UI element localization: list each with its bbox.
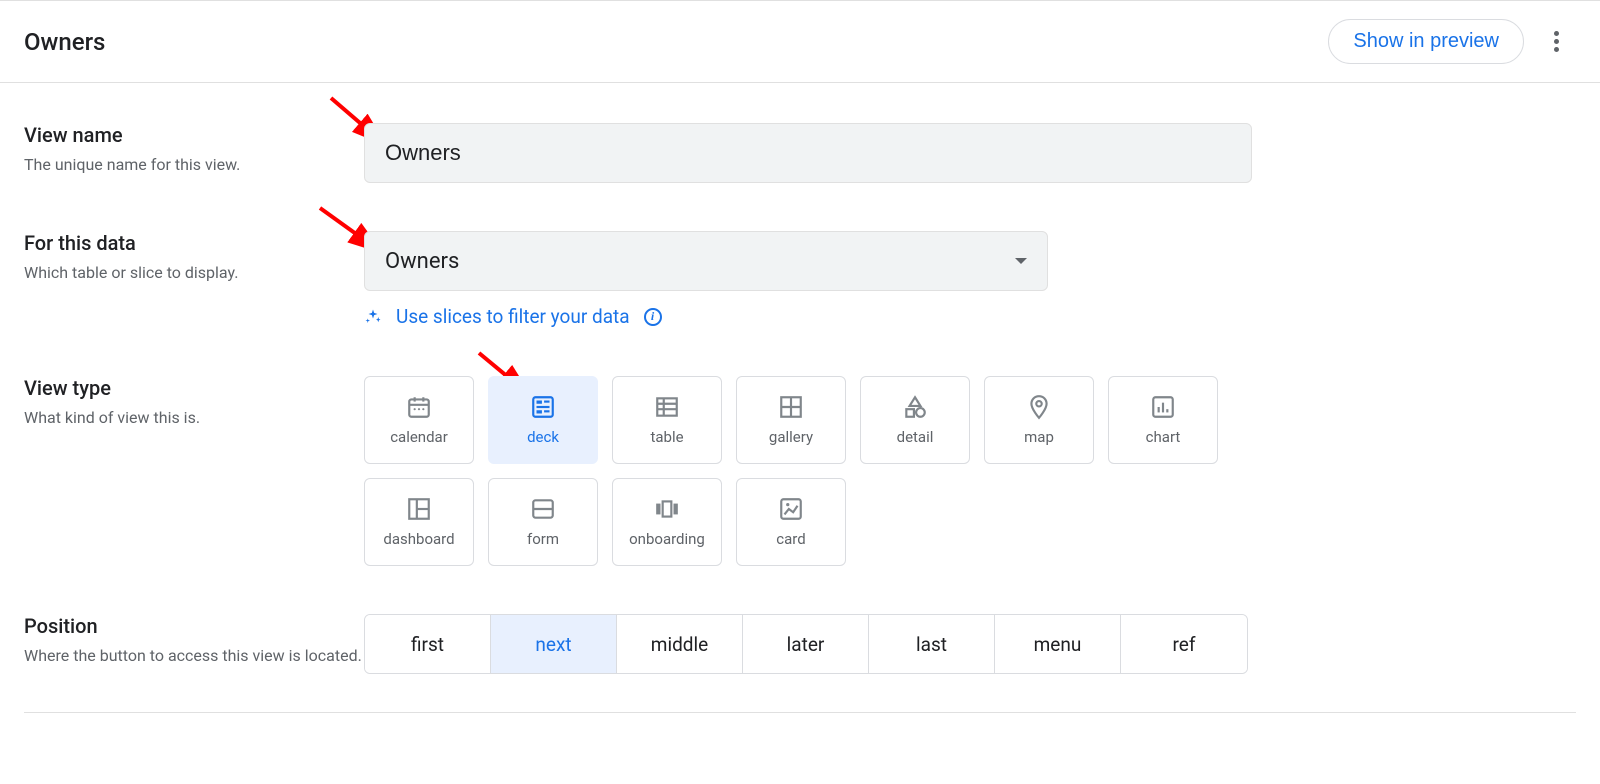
page-header: Owners Show in preview (0, 0, 1600, 83)
content-area: View name The unique name for this view.… (0, 83, 1600, 674)
for-data-select[interactable]: Owners (364, 231, 1048, 291)
detail-icon (902, 394, 928, 420)
view-type-option-label: table (650, 428, 683, 446)
view-type-option-table[interactable]: table (612, 376, 722, 464)
view-type-grid: calendar deck table gallery detail map chart da… (364, 376, 1264, 566)
view-type-option-label: dashboard (383, 530, 454, 548)
position-option-later[interactable]: later (743, 615, 869, 673)
section-divider (24, 712, 1576, 713)
view-name-label: View name (24, 123, 364, 147)
view-type-option-chart[interactable]: chart (1108, 376, 1218, 464)
view-type-option-card[interactable]: card (736, 478, 846, 566)
page-title: Owners (24, 28, 105, 56)
view-name-help: The unique name for this view. (24, 153, 364, 177)
view-type-option-label: deck (527, 428, 559, 446)
onboarding-icon (654, 496, 680, 522)
position-option-last[interactable]: last (869, 615, 995, 673)
calendar-icon (406, 394, 432, 420)
view-type-option-form[interactable]: form (488, 478, 598, 566)
dashboard-icon (406, 496, 432, 522)
position-help: Where the button to access this view is … (24, 644, 364, 668)
view-type-option-label: gallery (769, 428, 813, 446)
view-type-option-dashboard[interactable]: dashboard (364, 478, 474, 566)
sparkle-icon (364, 308, 382, 326)
view-type-row: View type What kind of view this is. cal… (24, 376, 1576, 566)
chevron-down-icon (1015, 258, 1027, 264)
view-type-help: What kind of view this is. (24, 406, 364, 430)
view-type-option-onboarding[interactable]: onboarding (612, 478, 722, 566)
position-option-next[interactable]: next (491, 615, 617, 673)
info-icon[interactable]: i (644, 308, 662, 326)
view-name-row: View name The unique name for this view. (24, 123, 1576, 183)
view-type-option-label: form (527, 530, 559, 548)
header-actions: Show in preview (1328, 19, 1576, 64)
slices-link-text: Use slices to filter your data (396, 305, 630, 328)
view-type-option-label: detail (897, 428, 934, 446)
position-option-menu[interactable]: menu (995, 615, 1121, 673)
view-name-input[interactable] (364, 123, 1252, 183)
card-icon (778, 496, 804, 522)
view-type-option-label: onboarding (629, 530, 705, 548)
view-type-option-label: calendar (390, 428, 448, 446)
position-option-ref[interactable]: ref (1121, 615, 1247, 673)
chart-icon (1150, 394, 1176, 420)
view-type-option-detail[interactable]: detail (860, 376, 970, 464)
more-options-icon[interactable] (1536, 22, 1576, 62)
view-type-option-calendar[interactable]: calendar (364, 376, 474, 464)
view-type-option-gallery[interactable]: gallery (736, 376, 846, 464)
view-type-option-label: card (776, 530, 805, 548)
position-segmented-control: firstnextmiddlelaterlastmenuref (364, 614, 1248, 674)
for-data-help: Which table or slice to display. (24, 261, 364, 285)
form-icon (530, 496, 556, 522)
gallery-icon (778, 394, 804, 420)
view-type-option-deck[interactable]: deck (488, 376, 598, 464)
table-icon (654, 394, 680, 420)
position-option-middle[interactable]: middle (617, 615, 743, 673)
show-in-preview-button[interactable]: Show in preview (1328, 19, 1524, 64)
view-type-option-map[interactable]: map (984, 376, 1094, 464)
position-label: Position (24, 614, 364, 638)
deck-icon (530, 394, 556, 420)
view-type-option-label: map (1024, 428, 1054, 446)
for-data-row: For this data Which table or slice to di… (24, 231, 1576, 328)
view-type-option-label: chart (1146, 428, 1181, 446)
view-type-label: View type (24, 376, 364, 400)
for-data-select-value: Owners (385, 249, 459, 274)
use-slices-link[interactable]: Use slices to filter your data i (364, 305, 1576, 328)
position-option-first[interactable]: first (365, 615, 491, 673)
map-icon (1026, 394, 1052, 420)
position-row: Position Where the button to access this… (24, 614, 1576, 674)
for-data-label: For this data (24, 231, 364, 255)
